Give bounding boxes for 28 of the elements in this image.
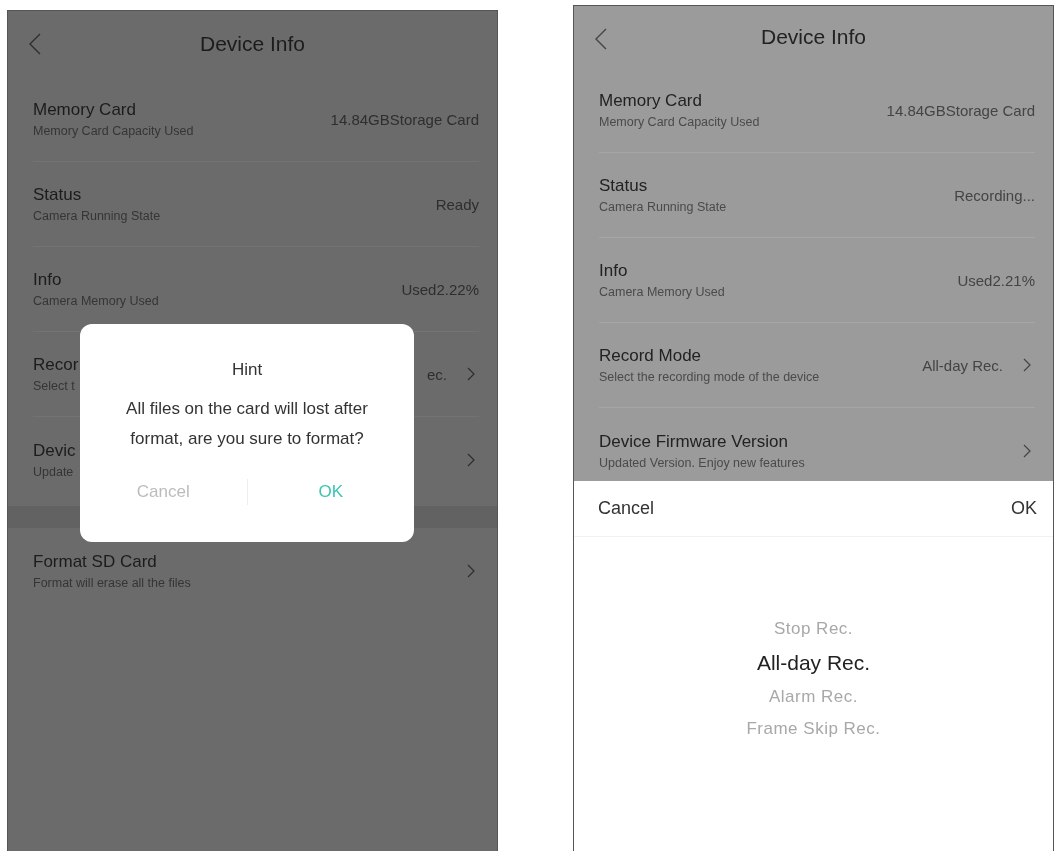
row-value: ec.	[427, 365, 447, 383]
row-value: Ready	[435, 195, 479, 213]
row-title: Info	[33, 270, 62, 290]
row-subtitle: Camera Memory Used	[599, 285, 725, 299]
row-value: 14.84GBStorage Card	[886, 101, 1035, 119]
row-value: 14.84GBStorage Card	[330, 110, 479, 128]
row-value: All-day Rec.	[922, 356, 1003, 374]
row-value: Recording...	[954, 186, 1035, 204]
row-title: Device Firmware Version	[599, 431, 788, 452]
row-title: Memory Card	[33, 100, 136, 120]
row-title: Status	[599, 176, 648, 196]
row-subtitle: Camera Running State	[599, 200, 727, 214]
row-title: Format SD Card	[33, 551, 157, 572]
screen-title: Device Info	[199, 32, 306, 56]
row-subtitle: Updated Version. Enjoy new features	[599, 455, 805, 470]
row-subtitle: Select the recording mode of the device	[599, 370, 820, 384]
row-title: Status	[33, 185, 82, 205]
row-subtitle: Memory Card Capacity Used	[599, 115, 760, 129]
row-title: Record Mode	[599, 346, 702, 366]
row-title: Memory Card	[599, 91, 702, 111]
screen-title: Device Info	[760, 25, 867, 49]
row-value: Used2.21%	[957, 271, 1035, 289]
row-value: Used2.22%	[401, 280, 479, 298]
row-title: Devic	[33, 440, 76, 461]
dialog-message: All files on the card will lost after format, are you sure to format?	[125, 398, 369, 450]
row-title: Recor	[33, 355, 79, 375]
dialog-title: Hint	[231, 360, 263, 380]
row-title: Info	[599, 261, 628, 281]
